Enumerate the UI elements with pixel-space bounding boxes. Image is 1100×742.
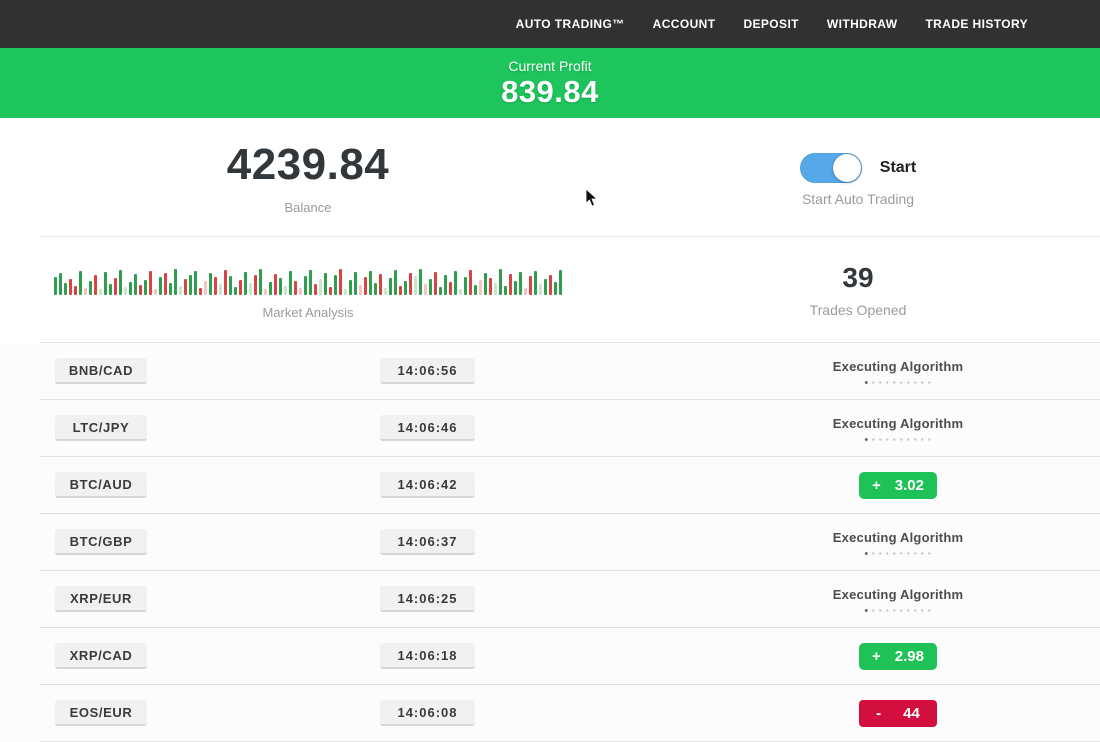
executing-algorithm-label: Executing Algorithm (833, 359, 963, 374)
balance-label: Balance (285, 200, 332, 215)
current-profit-banner: Current Profit 839.84 (0, 48, 1100, 118)
auto-trading-toggle[interactable] (800, 153, 862, 183)
profit-badge: + 2.98 (859, 643, 937, 670)
progress-dots (865, 552, 931, 555)
market-analysis-label: Market Analysis (262, 305, 353, 320)
nav-account[interactable]: ACCOUNT (653, 17, 716, 31)
pair-badge: EOS/EUR (55, 700, 147, 726)
trade-status: Executing Algorithm (833, 343, 963, 400)
loss-badge: - 44 (859, 700, 937, 727)
profit-sign: + (872, 477, 881, 494)
executing-algorithm-label: Executing Algorithm (833, 416, 963, 431)
nav-deposit[interactable]: DEPOSIT (743, 17, 798, 31)
profit-value: 3.02 (895, 477, 924, 494)
nav-trade-history[interactable]: TRADE HISTORY (925, 17, 1028, 31)
market-section: Market Analysis 39 Trades Opened (0, 237, 1100, 343)
start-auto-trading-caption: Start Auto Trading (802, 191, 914, 207)
trade-status: + 2.98 (859, 628, 937, 685)
nav-auto-trading[interactable]: AUTO TRADING™ (516, 17, 625, 31)
toggle-knob (833, 154, 861, 182)
nav-withdraw[interactable]: WITHDRAW (827, 17, 898, 31)
time-badge: 14:06:18 (380, 643, 475, 669)
progress-dots (865, 381, 931, 384)
balance-value: 4239.84 (227, 140, 390, 190)
time-badge: 14:06:08 (380, 700, 475, 726)
time-badge: 14:06:56 (380, 358, 475, 384)
trades-opened-value: 39 (842, 262, 873, 294)
time-badge: 14:06:46 (380, 415, 475, 441)
loss-sign: - (876, 705, 881, 722)
trade-row: LTC/JPY 14:06:46 Executing Algorithm (0, 400, 1100, 457)
pair-badge: BTC/GBP (55, 529, 147, 555)
current-profit-value: 839.84 (0, 76, 1100, 109)
auto-trading-app: AUTO TRADING™ ACCOUNT DEPOSIT WITHDRAW T… (0, 0, 1100, 742)
profit-badge: + 3.02 (859, 472, 937, 499)
trade-status: Executing Algorithm (833, 514, 963, 571)
loss-value: 44 (903, 705, 920, 722)
profit-value: 2.98 (895, 648, 924, 665)
trades-opened-label: Trades Opened (810, 302, 907, 318)
trade-row: EOS/EUR 14:06:08 - 44 (0, 685, 1100, 742)
trades-list: BNB/CAD 14:06:56 Executing Algorithm LTC… (0, 343, 1100, 742)
top-navbar: AUTO TRADING™ ACCOUNT DEPOSIT WITHDRAW T… (0, 0, 1100, 48)
executing-algorithm-label: Executing Algorithm (833, 530, 963, 545)
toggle-start-label: Start (880, 159, 916, 177)
current-profit-label: Current Profit (0, 58, 1100, 74)
trade-status: - 44 (859, 685, 937, 742)
pair-badge: XRP/CAD (55, 643, 147, 669)
trade-status: Executing Algorithm (833, 400, 963, 457)
time-badge: 14:06:42 (380, 472, 475, 498)
pair-badge: BNB/CAD (55, 358, 147, 384)
pair-badge: LTC/JPY (55, 415, 147, 441)
trade-row: BTC/GBP 14:06:37 Executing Algorithm (0, 514, 1100, 571)
time-badge: 14:06:25 (380, 586, 475, 612)
trade-row: XRP/EUR 14:06:25 Executing Algorithm (0, 571, 1100, 628)
trade-row: XRP/CAD 14:06:18 + 2.98 (0, 628, 1100, 685)
trade-row: BNB/CAD 14:06:56 Executing Algorithm (0, 343, 1100, 400)
balance-section: 4239.84 Balance Start Start Auto Trading (0, 118, 1100, 237)
trade-status: + 3.02 (859, 457, 937, 514)
progress-dots (865, 438, 931, 441)
pair-badge: BTC/AUD (55, 472, 147, 498)
pair-badge: XRP/EUR (55, 586, 147, 612)
progress-dots (865, 609, 931, 612)
market-analysis-chart (54, 267, 562, 295)
profit-sign: + (872, 648, 881, 665)
time-badge: 14:06:37 (380, 529, 475, 555)
trade-status: Executing Algorithm (833, 571, 963, 628)
trade-row: BTC/AUD 14:06:42 + 3.02 (0, 457, 1100, 514)
executing-algorithm-label: Executing Algorithm (833, 587, 963, 602)
